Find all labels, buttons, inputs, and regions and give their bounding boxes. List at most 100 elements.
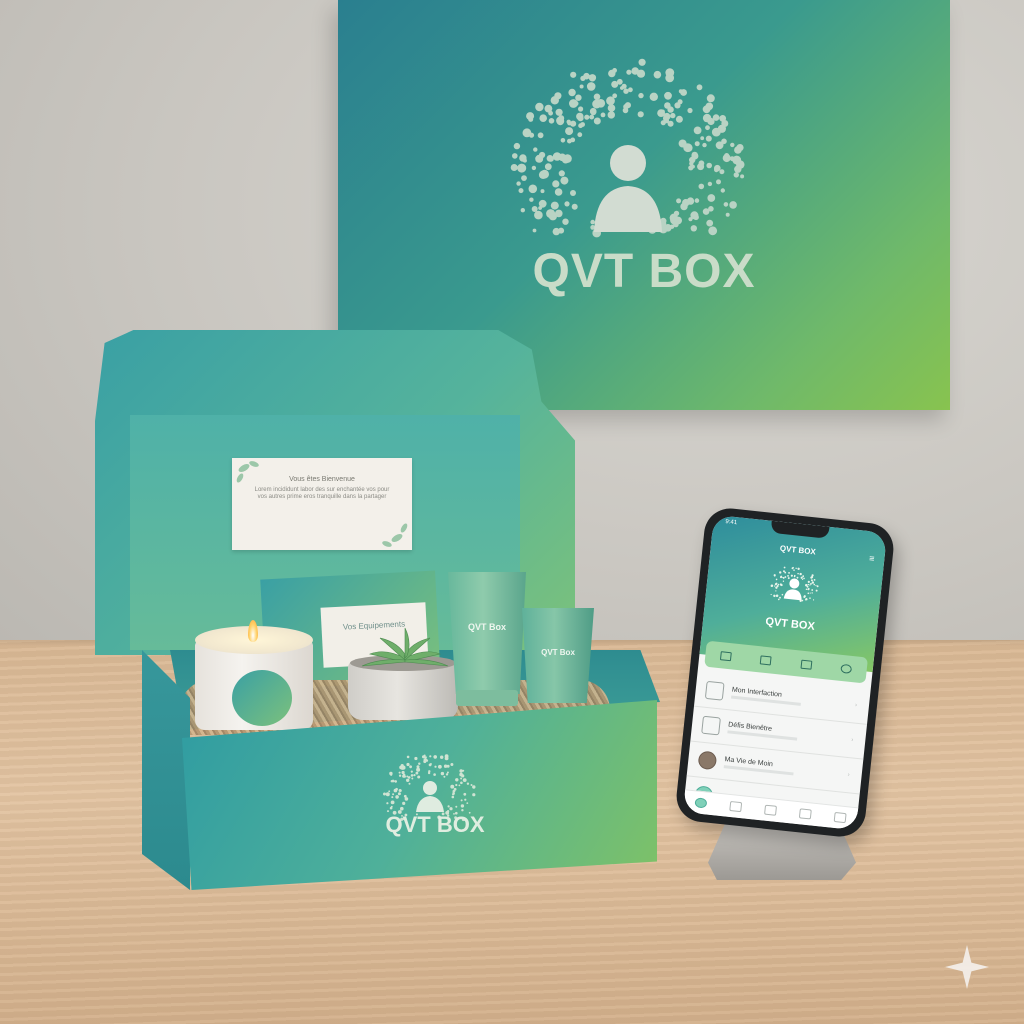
halo-dot <box>811 592 813 594</box>
halo-dot <box>402 801 406 805</box>
halo-dot <box>688 217 693 222</box>
tab-3[interactable] <box>792 654 820 675</box>
halo-dot <box>570 71 577 78</box>
tab-1[interactable] <box>712 645 740 666</box>
halo-dot <box>386 802 389 805</box>
halo-dot <box>813 578 816 581</box>
tab-icon <box>800 659 813 670</box>
halo-dot <box>719 169 725 175</box>
halo-dot <box>568 88 576 97</box>
halo-dot <box>783 566 786 569</box>
halo-dot <box>438 764 442 769</box>
halo-dot <box>693 126 702 135</box>
halo-dot <box>705 102 714 111</box>
halo-dot <box>801 599 804 602</box>
halo-dot <box>401 770 405 775</box>
halo-dot <box>687 107 693 114</box>
halo-dot <box>571 203 578 210</box>
halo-dot <box>775 590 777 592</box>
halo-dot <box>397 792 401 796</box>
halo-dot <box>444 756 449 761</box>
halo-dot <box>470 784 473 786</box>
halo-dot <box>422 755 426 759</box>
halo-dot <box>392 793 395 796</box>
nav-item-icon[interactable] <box>729 801 743 813</box>
halo-dot <box>674 216 682 225</box>
halo-dot <box>416 767 421 772</box>
halo-dot <box>521 175 527 182</box>
halo-dot <box>589 114 595 120</box>
phone-screen[interactable]: 9:41 QVT BOX ≡ QVT BOX Mon Interfaction … <box>682 514 888 831</box>
halo-dot <box>531 206 538 212</box>
halo-dot <box>472 785 476 789</box>
halo-dot <box>414 756 418 761</box>
halo-dot <box>696 84 703 91</box>
halo-dot <box>707 194 716 202</box>
halo-dot <box>715 141 724 150</box>
halo-dot <box>404 797 409 801</box>
halo-dot <box>810 582 812 585</box>
halo-dot <box>434 765 437 768</box>
leaf-decoration-icon <box>236 461 408 547</box>
halo-dot <box>691 152 699 160</box>
list-item-icon <box>704 680 725 701</box>
nav-profile-icon[interactable] <box>833 811 847 824</box>
nav-item-icon[interactable] <box>798 808 812 820</box>
halo-dot <box>579 84 584 89</box>
halo-dot <box>815 584 817 587</box>
halo-dot <box>698 183 705 190</box>
halo-dot <box>577 132 583 138</box>
halo-dot <box>512 153 518 159</box>
halo-dot <box>796 576 799 579</box>
halo-dot <box>670 112 676 119</box>
tab-2[interactable] <box>752 650 780 671</box>
list-item-icon <box>701 715 721 736</box>
halo-dot <box>702 142 707 148</box>
halo-dot <box>576 112 584 121</box>
box-logo-text: QVT BOX <box>385 812 485 837</box>
halo-dot <box>517 163 527 173</box>
halo-dot <box>552 152 562 161</box>
halo-dot <box>447 805 450 808</box>
nav-item-icon[interactable] <box>764 804 777 816</box>
halo-dot <box>674 102 681 109</box>
halo-dot <box>534 210 543 220</box>
halo-dot <box>560 176 569 185</box>
halo-dot <box>678 139 687 148</box>
halo-dot <box>700 136 705 141</box>
halo-dot <box>623 88 629 94</box>
halo-dot <box>531 165 537 171</box>
halo-dot <box>522 128 532 138</box>
halo-dot <box>689 161 694 166</box>
halo-dot <box>398 789 402 792</box>
halo-dot <box>462 769 465 772</box>
tab-4[interactable] <box>833 658 861 679</box>
halo-dot <box>712 114 720 121</box>
halo-dot <box>406 762 410 767</box>
halo-dot <box>810 579 813 582</box>
halo-dot <box>681 202 687 208</box>
halo-dot <box>451 795 455 799</box>
halo-dot <box>607 104 616 112</box>
halo-dot <box>588 74 597 82</box>
halo-dot <box>554 188 563 196</box>
halo-dot <box>449 807 453 811</box>
halo-dot <box>600 112 606 118</box>
halo-dot <box>773 574 776 577</box>
halo-dot <box>611 80 619 88</box>
halo-dot <box>409 765 412 769</box>
halo-dot <box>452 791 455 794</box>
halo-dot <box>690 225 697 232</box>
halo-dot <box>567 121 572 126</box>
welcome-card: Vous êtes Bienvenue Lorem incididunt lab… <box>232 458 412 550</box>
halo-dot <box>460 777 463 780</box>
halo-dot <box>653 70 662 79</box>
halo-dot <box>667 106 674 113</box>
halo-dot <box>797 567 800 571</box>
halo-dot <box>410 770 413 773</box>
smartphone: 9:41 QVT BOX ≡ QVT BOX Mon Interfaction … <box>674 505 896 840</box>
halo-dot <box>807 580 810 583</box>
halo-dot <box>665 73 675 83</box>
nav-home-icon[interactable] <box>694 797 708 809</box>
halo-dot <box>714 167 719 173</box>
